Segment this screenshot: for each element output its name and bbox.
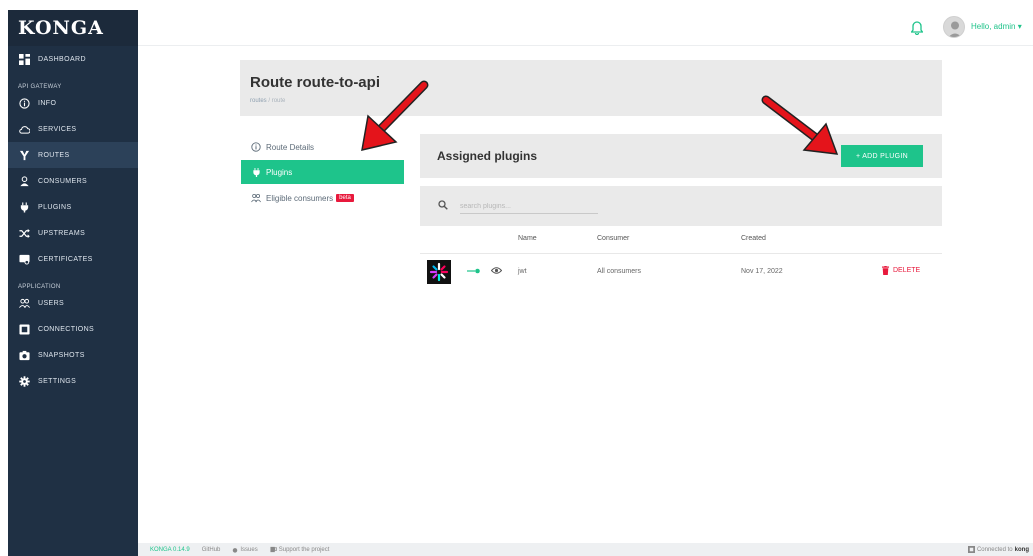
sidebar-item-label: SETTINGS	[38, 377, 77, 385]
info-icon	[18, 97, 30, 109]
camera-icon	[18, 349, 30, 361]
sidebar-section-application: APPLICATION	[18, 284, 61, 290]
delete-button[interactable]: DELETE	[882, 266, 920, 275]
users-icon	[18, 297, 30, 309]
column-header-name[interactable]: Name	[518, 235, 537, 242]
connection-icon	[967, 546, 975, 553]
eye-icon[interactable]	[491, 266, 502, 275]
breadcrumb-routes[interactable]: routes	[250, 98, 267, 104]
routes-icon	[18, 149, 30, 161]
plugin-consumer: All consumers	[597, 268, 641, 275]
info-icon	[251, 142, 261, 152]
user-menu[interactable]: Hello, admin ▾	[971, 22, 1022, 31]
footer-issues-label: Issues	[240, 546, 258, 553]
connections-icon	[18, 323, 30, 335]
menu-item-label: Eligible consumers	[266, 193, 334, 203]
trash-icon	[882, 266, 889, 275]
sidebar-item-label: USERS	[38, 299, 65, 307]
search-icon	[438, 200, 448, 210]
beta-badge: beta	[336, 194, 354, 202]
plug-icon	[18, 201, 30, 213]
sidebar-item-label: UPSTREAMS	[38, 229, 86, 237]
footer: KONGA 0.14.9 GitHub Issues Support the p…	[138, 543, 1033, 556]
menu-item-label: Plugins	[266, 167, 293, 177]
delete-label: DELETE	[893, 267, 921, 274]
sidebar-item-services[interactable]: SERVICES	[8, 116, 138, 142]
sidebar-item-snapshots[interactable]: SNAPSHOTS	[8, 342, 138, 368]
sidebar: KONGA DASHBOARD API GATEWAY INFO SERVICE…	[8, 10, 138, 556]
sidebar-item-label: DASHBOARD	[38, 55, 86, 63]
users-icon	[251, 193, 261, 203]
footer-support-link[interactable]: Support the project	[270, 546, 330, 553]
panel-title: Assigned plugins	[437, 149, 538, 163]
plugin-logo	[427, 260, 451, 284]
connection-name: kong	[1014, 546, 1029, 553]
brand-logo[interactable]: KONGA	[8, 10, 138, 46]
page-title: Route route-to-api	[250, 74, 380, 91]
bug-icon	[233, 547, 238, 553]
connected-label: Connected to	[976, 546, 1013, 553]
sidebar-section-api-gateway: API GATEWAY	[18, 84, 62, 90]
brand-name: KONGA	[18, 17, 104, 39]
footer-github-label: GitHub	[201, 546, 221, 553]
coffee-icon	[270, 546, 277, 553]
sidebar-item-label: SNAPSHOTS	[38, 351, 85, 359]
user-icon	[18, 175, 30, 187]
plugin-name[interactable]: jwt	[518, 268, 527, 275]
jwt-logo-icon	[429, 262, 449, 282]
sidebar-item-label: SERVICES	[38, 125, 77, 133]
table-divider	[420, 253, 942, 254]
column-header-consumer[interactable]: Consumer	[597, 235, 629, 242]
bell-icon[interactable]	[911, 21, 923, 35]
sidebar-item-consumers[interactable]: CONSUMERS	[8, 168, 138, 194]
sidebar-item-label: CERTIFICATES	[38, 255, 93, 263]
sidebar-item-connections[interactable]: CONNECTIONS	[8, 316, 138, 342]
menu-item-label: Route Details	[266, 142, 315, 152]
plugin-created: Nov 17, 2022	[741, 268, 783, 275]
search-input[interactable]	[460, 200, 598, 214]
sidebar-item-users[interactable]: USERS	[8, 290, 138, 316]
user-avatar-icon	[948, 21, 962, 37]
page-header: Route route-to-api routes / route	[240, 60, 942, 116]
sidebar-item-info[interactable]: INFO	[8, 90, 138, 116]
search-bar	[420, 186, 942, 226]
sidebar-item-plugins[interactable]: PLUGINS	[8, 194, 138, 220]
gear-icon	[18, 375, 30, 387]
sidebar-item-label: PLUGINS	[38, 203, 72, 211]
sidebar-item-label: ROUTES	[38, 151, 70, 159]
sidebar-item-upstreams[interactable]: UPSTREAMS	[8, 220, 138, 246]
footer-support-label: Support the project	[278, 546, 330, 553]
cloud-icon	[18, 123, 30, 135]
breadcrumb: routes / route	[250, 98, 285, 104]
sidebar-item-dashboard[interactable]: DASHBOARD	[8, 46, 138, 72]
footer-github-link[interactable]: GitHub	[202, 547, 221, 553]
avatar[interactable]	[943, 16, 965, 38]
sidebar-item-label: CONNECTIONS	[38, 325, 95, 333]
dashboard-icon	[18, 53, 30, 65]
add-plugin-button[interactable]: + ADD PLUGIN	[841, 145, 923, 167]
sidebar-item-label: CONSUMERS	[38, 177, 88, 185]
plugin-enabled-toggle[interactable]	[467, 268, 481, 274]
shuffle-icon	[18, 227, 30, 239]
assigned-plugins-header: Assigned plugins + ADD PLUGIN	[420, 134, 942, 178]
breadcrumb-current: route	[271, 98, 286, 104]
sidebar-item-settings[interactable]: SETTINGS	[8, 368, 138, 394]
connection-status: Connected to kong	[967, 546, 1029, 553]
sidebar-item-certificates[interactable]: CERTIFICATES	[8, 246, 138, 272]
certificate-icon	[18, 253, 30, 265]
sidebar-item-label: INFO	[38, 99, 57, 107]
topbar: Hello, admin ▾	[138, 10, 1033, 46]
plug-icon	[251, 167, 261, 177]
menu-route-details[interactable]: Route Details	[241, 135, 404, 159]
column-header-created[interactable]: Created	[741, 235, 766, 242]
menu-plugins[interactable]: Plugins	[241, 160, 404, 184]
sidebar-item-routes[interactable]: ROUTES	[8, 142, 138, 168]
footer-issues-link[interactable]: Issues	[232, 546, 258, 553]
footer-version: KONGA 0.14.9	[150, 546, 190, 553]
menu-eligible-consumers[interactable]: Eligible consumers beta	[241, 186, 404, 210]
